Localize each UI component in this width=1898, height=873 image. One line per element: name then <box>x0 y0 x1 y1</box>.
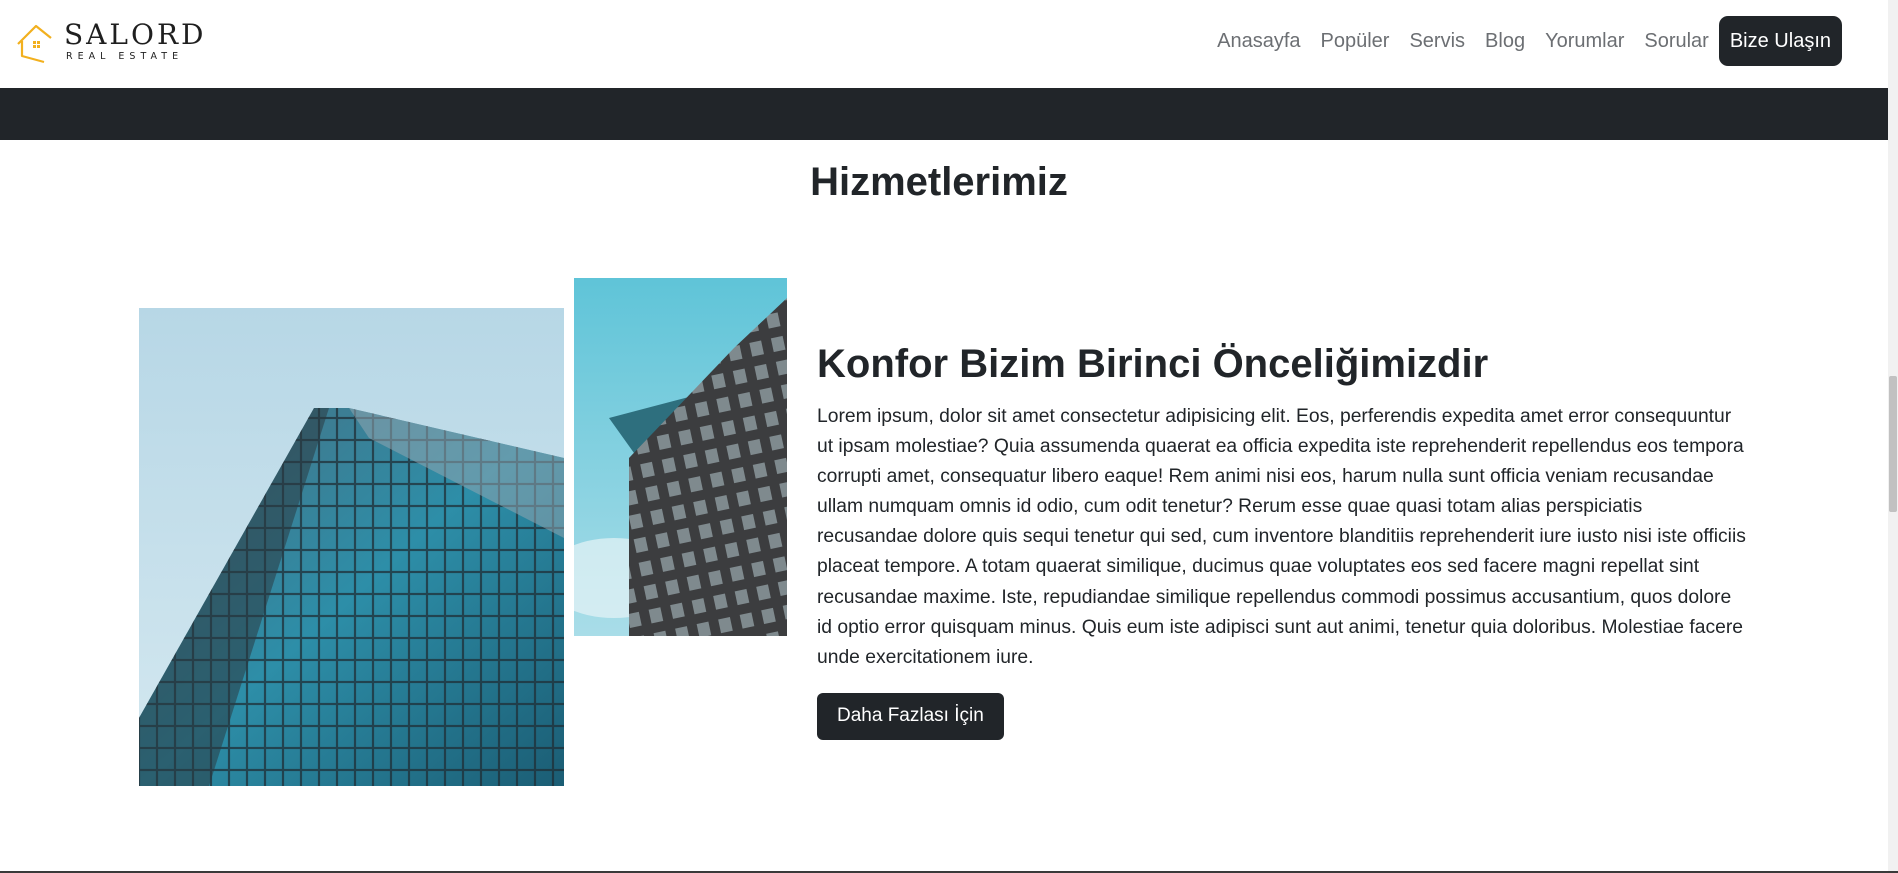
hero-band <box>0 88 1888 140</box>
glass-skyscraper-image <box>139 308 564 786</box>
contact-button[interactable]: Bize Ulaşın <box>1718 16 1842 66</box>
nav-link-yorumlar[interactable]: Yorumlar <box>1535 30 1634 53</box>
nav-link-servis[interactable]: Servis <box>1399 30 1475 53</box>
service-description: Lorem ipsum, dolor sit amet consectetur … <box>817 406 1746 668</box>
nav-link-anasayfa[interactable]: Anasayfa <box>1207 30 1310 53</box>
brand-name: SALORD <box>64 17 207 51</box>
service-content: Konfor Bizim Birinci Önceliğimizdir Lore… <box>817 336 1747 740</box>
page: SALORD REAL ESTATE Anasayfa Popüler Serv… <box>0 0 1888 873</box>
navbar: SALORD REAL ESTATE Anasayfa Popüler Serv… <box>0 0 1888 88</box>
nav-link-populer[interactable]: Popüler <box>1311 30 1400 53</box>
service-heading: Konfor Bizim Birinci Önceliğimizdir <box>817 342 1489 386</box>
section-title: Hizmetlerimiz <box>810 160 1068 204</box>
brand-wordmark: SALORD REAL ESTATE <box>64 17 207 62</box>
nav-link-sorular[interactable]: Sorular <box>1634 30 1718 53</box>
brand-tagline: REAL ESTATE <box>66 50 184 62</box>
modern-building-image <box>574 278 787 636</box>
read-more-button[interactable]: Daha Fazlası İçin <box>817 692 1004 740</box>
main-nav: Anasayfa Popüler Servis Blog Yorumlar So… <box>1207 16 1842 66</box>
brand-logo[interactable]: SALORD REAL ESTATE <box>14 18 206 64</box>
scrollbar-thumb[interactable] <box>1889 376 1897 512</box>
house-logo-icon <box>17 24 52 64</box>
page-scrollbar[interactable] <box>1888 0 1898 873</box>
nav-link-blog[interactable]: Blog <box>1475 30 1535 53</box>
